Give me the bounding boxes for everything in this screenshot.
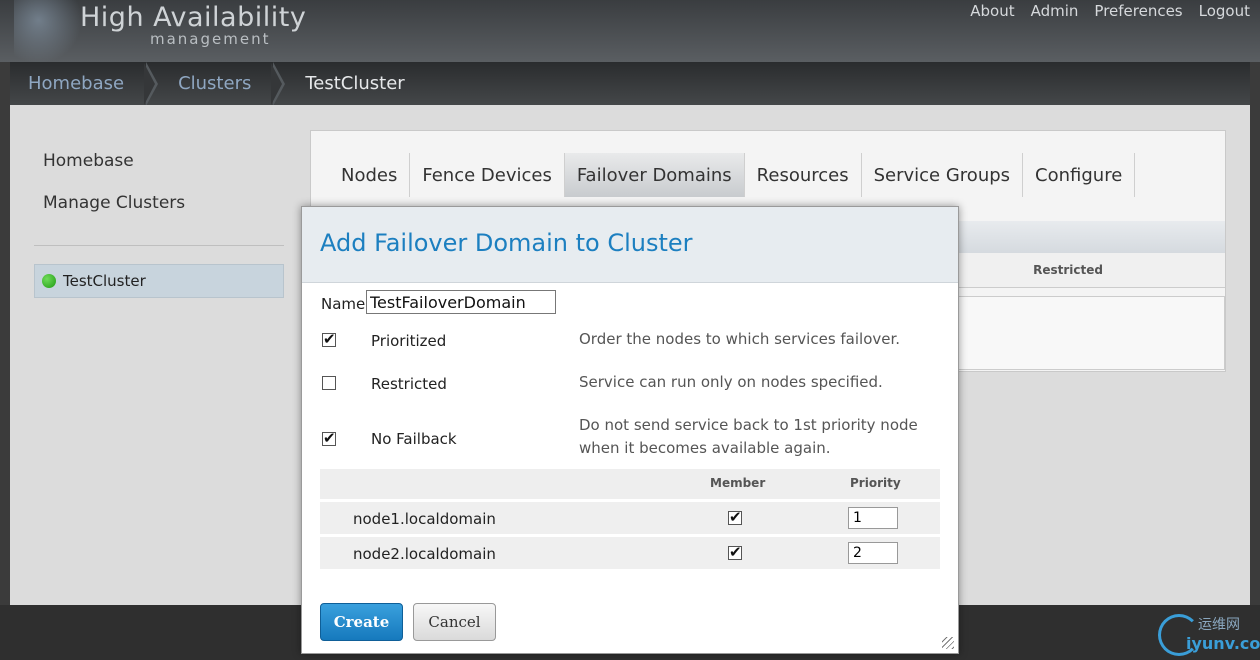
restricted-checkbox[interactable] [322, 376, 336, 390]
top-links: About Admin Preferences Logout [970, 2, 1250, 20]
priority-input[interactable] [848, 507, 898, 529]
breadcrumb-current: TestCluster [305, 73, 405, 94]
logout-link[interactable]: Logout [1199, 2, 1250, 20]
breadcrumb-homebase[interactable]: Homebase [10, 62, 146, 105]
cluster-name: TestCluster [63, 272, 146, 290]
prioritized-description: Order the nodes to which services failov… [579, 330, 901, 348]
add-failover-domain-dialog: Add Failover Domain to Cluster Name Prio… [301, 206, 959, 654]
preferences-link[interactable]: Preferences [1094, 2, 1182, 20]
sidebar-divider [34, 245, 284, 246]
prioritized-checkbox[interactable] [322, 330, 336, 348]
tab-configure[interactable]: Configure [1023, 153, 1136, 197]
cancel-button[interactable]: Cancel [413, 603, 496, 641]
logo-title: High Availability [80, 2, 307, 33]
table-row: node2.localdomain [320, 537, 940, 569]
watermark-en-text: iyunv.com [1186, 634, 1260, 653]
restricted-label: Restricted [371, 375, 447, 393]
tab-failover-domains[interactable]: Failover Domains [564, 153, 745, 197]
prioritized-label: Prioritized [371, 332, 447, 350]
no-failback-label: No Failback [371, 430, 457, 448]
no-failback-description-line2: when it becomes available again. [579, 439, 831, 457]
node-name: node2.localdomain [353, 545, 496, 563]
tab-bar: Nodes Fence Devices Failover Domains Res… [329, 153, 1136, 197]
tab-nodes[interactable]: Nodes [329, 153, 411, 197]
member-column-header: Member [710, 476, 766, 490]
logo-subtitle: management [150, 30, 271, 48]
top-header: High Availability management About Admin… [0, 0, 1260, 62]
node-table-header: Member Priority [320, 469, 940, 499]
restricted-description: Service can run only on nodes specified. [579, 373, 883, 391]
create-button[interactable]: Create [320, 603, 403, 641]
logo-icon [14, 0, 84, 62]
resize-grip-icon[interactable] [942, 637, 954, 649]
status-online-icon [42, 274, 56, 288]
dialog-header: Add Failover Domain to Cluster [302, 207, 958, 283]
no-failback-description-line1: Do not send service back to 1st priority… [579, 416, 918, 434]
restricted-column-header: Restricted [1033, 263, 1103, 277]
priority-column-header: Priority [850, 476, 901, 490]
breadcrumb-clusters[interactable]: Clusters [160, 62, 273, 105]
sidebar-nav: Homebase Manage Clusters [43, 151, 185, 235]
tab-service-groups[interactable]: Service Groups [862, 153, 1024, 197]
name-input[interactable] [366, 290, 556, 314]
breadcrumb-separator [271, 62, 287, 106]
sidebar-item-manage-clusters[interactable]: Manage Clusters [43, 193, 185, 213]
sidebar-cluster-item[interactable]: TestCluster [34, 264, 284, 298]
node-table: Member Priority node1.localdomain node2.… [320, 469, 940, 569]
breadcrumb: Homebase Clusters TestCluster [10, 62, 1250, 106]
no-failback-description: Do not send service back to 1st priority… [579, 414, 939, 460]
tab-fence-devices[interactable]: Fence Devices [410, 153, 565, 197]
member-checkbox[interactable] [728, 543, 742, 561]
tab-resources[interactable]: Resources [745, 153, 862, 197]
node-name: node1.localdomain [353, 510, 496, 528]
sidebar-item-homebase[interactable]: Homebase [43, 151, 185, 171]
watermark-cn-text: 运维网 [1198, 617, 1240, 633]
name-label: Name [321, 295, 366, 313]
priority-input[interactable] [848, 542, 898, 564]
watermark: 运维网 iyunv.com [1158, 612, 1260, 658]
admin-link[interactable]: Admin [1031, 2, 1079, 20]
member-checkbox[interactable] [728, 508, 742, 526]
no-failback-checkbox[interactable] [322, 429, 336, 447]
about-link[interactable]: About [970, 2, 1014, 20]
dialog-title: Add Failover Domain to Cluster [320, 229, 693, 257]
breadcrumb-separator [144, 62, 160, 106]
table-row: node1.localdomain [320, 502, 940, 534]
